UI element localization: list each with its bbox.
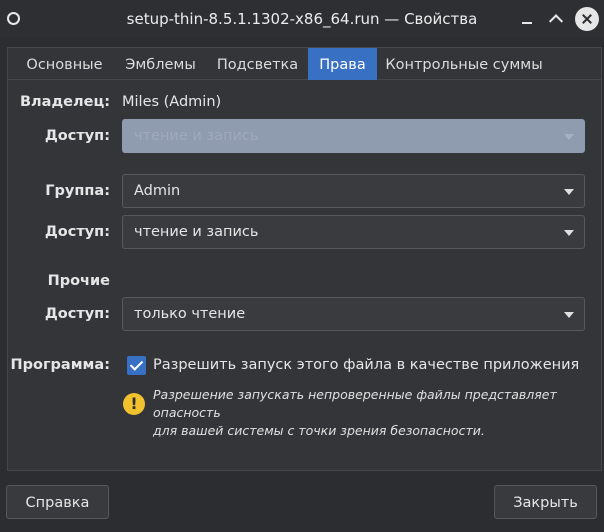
group-access-value: чтение и запись [134,224,259,240]
title-bar: setup-thin-8.5.1.1302-x86_64.run — Свойс… [0,0,604,38]
warning-line-1: Разрешение запускать непроверенные файлы… [153,387,557,420]
tab-emblems[interactable]: Эмблемы [115,48,206,80]
maximize-icon[interactable] [546,8,568,30]
warning-line-2: для вашей системы с точки зрения безопас… [153,423,485,438]
group-value: Admin [134,183,181,199]
others-access-value: только чтение [134,306,246,322]
owner-value: Miles (Admin) [122,94,222,110]
execute-checkbox[interactable] [127,356,146,375]
chevron-down-icon [564,230,574,236]
group-access-combo[interactable]: чтение и запись [122,215,585,249]
others-access-label: Доступ: [44,306,110,322]
warning-icon: ! [123,393,145,415]
close-button[interactable]: Закрыть [494,485,597,519]
group-label: Группа: [45,183,110,199]
tab-bar: Основные Эмблемы Подсветка Права Контрол… [8,48,601,80]
program-label: Программа: [10,357,110,373]
others-access-combo[interactable]: только чтение [122,297,585,331]
chevron-down-icon [564,134,574,140]
tab-checksums[interactable]: Контрольные суммы [384,48,544,80]
close-icon[interactable] [575,7,599,31]
minimize-icon[interactable] [517,8,539,30]
tab-basic[interactable]: Основные [19,48,110,80]
owner-label: Владелец: [19,94,110,110]
owner-access-label: Доступ: [44,128,110,144]
chevron-down-icon [564,189,574,195]
help-button[interactable]: Справка [6,485,109,519]
properties-notebook: Основные Эмблемы Подсветка Права Контрол… [7,47,602,471]
warning-text: Разрешение запускать непроверенные файлы… [153,386,593,440]
tab-highlight[interactable]: Подсветка [210,48,305,80]
owner-access-value: чтение и запись [134,128,259,144]
others-heading: Прочие [47,273,110,289]
window-title: setup-thin-8.5.1.1302-x86_64.run — Свойс… [126,10,478,28]
group-access-label: Доступ: [44,224,110,240]
chevron-down-icon [564,312,574,318]
tab-permissions[interactable]: Права [308,48,377,80]
group-combo[interactable]: Admin [122,174,585,208]
owner-access-combo: чтение и запись [122,119,585,153]
execute-checkbox-label[interactable]: Разрешить запуск этого файла в качестве … [153,357,579,373]
